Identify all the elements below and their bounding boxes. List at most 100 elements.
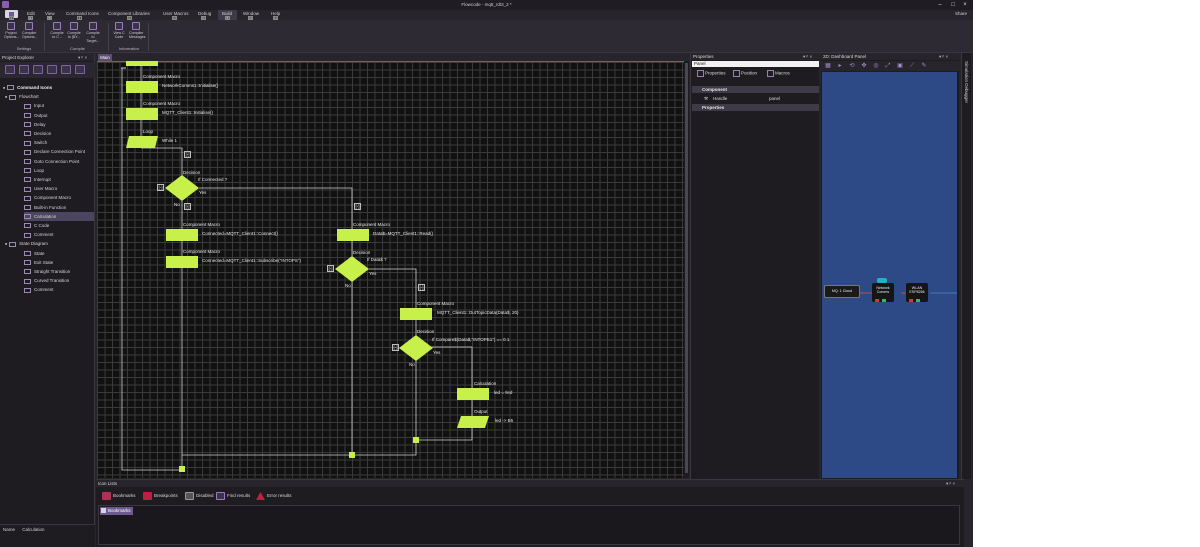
command-icon [24, 214, 31, 220]
simulation-debugger-tab[interactable]: Simulation Debugger [961, 53, 971, 479]
globals-view-icon[interactable] [33, 65, 43, 74]
menu-command-icons[interactable]: Command Icons [66, 11, 99, 16]
tree-item[interactable]: Loop [24, 166, 94, 175]
compiler-options-icon [25, 22, 33, 30]
flowcode-window: Flowcode - mqtt_rdt3_2 * – □ × F Edit E … [0, 0, 973, 547]
decision-no-label: No [174, 202, 180, 207]
tree-item[interactable]: Component Macro [24, 193, 94, 202]
tab-bookmarks[interactable]: Bookmarks [102, 492, 136, 500]
minimize-button[interactable]: – [935, 1, 945, 9]
rotate-icon[interactable]: ⟲ [849, 63, 855, 69]
compile-to-target-button[interactable]: Compile to Target... [86, 22, 100, 43]
tree-item[interactable]: Goto Connection Point [24, 157, 94, 166]
tree-item[interactable]: C Code [24, 221, 94, 230]
compile-to-c-button[interactable]: Compile to C... [50, 22, 64, 39]
tab-position[interactable]: Position [733, 70, 757, 77]
tree-item[interactable]: Output [24, 111, 94, 120]
tree-item-label: State [34, 250, 45, 256]
close-button[interactable]: × [960, 1, 970, 9]
tab-main[interactable]: Main [98, 54, 112, 61]
zoom-fit-icon[interactable]: ⤢ [885, 63, 891, 69]
command-icons-view-icon[interactable] [75, 65, 85, 74]
compiler-messages-button[interactable]: Compiler Messages [129, 22, 145, 39]
tree-item-label: Delay [34, 121, 46, 127]
tab-error-results[interactable]: Error results [256, 492, 292, 500]
ribbon-group-information: Information [118, 46, 139, 51]
collapse-button[interactable]: [-] [157, 184, 164, 191]
maximize-button[interactable]: □ [948, 1, 958, 9]
section-properties[interactable]: Properties [692, 104, 819, 111]
view-c-code-label: View C Code [113, 31, 125, 39]
share-button[interactable]: Share [955, 11, 967, 16]
compile-to-hex-button[interactable]: Compile to [BY... [67, 22, 81, 39]
dashboard-panel: 2D: Dashboard Panel ▾ ᵖ × ▦ ▸ ⟲ ✥ ◎ ⤢ ▣ … [821, 53, 959, 479]
expander-icon[interactable]: ■ [3, 86, 5, 90]
panel-controls[interactable]: ▾ ᵖ × [78, 54, 87, 61]
mqtt-cloud-component[interactable]: MQ: 1 Cloud [824, 285, 860, 298]
tree-item[interactable]: Curved Transition [24, 276, 94, 285]
tree-item[interactable]: Comment [24, 230, 94, 239]
macros-view-icon[interactable] [47, 65, 57, 74]
tree-item[interactable]: Straight Transition [24, 267, 94, 276]
find-icon [216, 492, 225, 500]
collapse-button[interactable]: [-] [184, 203, 191, 210]
ribbon-group-compile: Compile [70, 46, 85, 51]
tab-disabled[interactable]: Disabled [185, 492, 214, 500]
ports-view-icon[interactable] [19, 65, 29, 74]
tree-item[interactable]: Switch [24, 138, 94, 147]
tab-macros[interactable]: Macros [767, 70, 790, 77]
collapse-button[interactable]: [-] [184, 151, 191, 158]
collapse-button[interactable]: [-] [418, 284, 425, 291]
grid-icon[interactable]: ▦ [825, 63, 831, 69]
view-c-code-button[interactable]: View C Code [112, 22, 126, 39]
tree-item[interactable]: ■ Flowchart [5, 92, 94, 101]
decision-yes-label: Yes [369, 271, 377, 276]
tree-item-label: C Code [34, 223, 50, 228]
tree-item[interactable]: Decision [24, 129, 94, 138]
tree-item[interactable]: ■ State Diagram [5, 239, 94, 248]
tab-breakpoints[interactable]: Breakpoints [143, 492, 178, 500]
decision-block [165, 175, 199, 201]
property-row[interactable]: ⚒ Handle panel [692, 95, 819, 102]
project-options-button[interactable]: Project Options... [4, 22, 19, 39]
tree-item[interactable]: Exit State [24, 258, 94, 267]
collapse-button[interactable]: [-] [392, 344, 399, 351]
expander-icon[interactable]: ■ [5, 95, 7, 99]
section-component[interactable]: Component [692, 86, 819, 93]
panel-controls[interactable]: ▾ ᵖ × [946, 480, 955, 487]
tree-item[interactable]: Calculation [24, 211, 94, 221]
properties-search-input[interactable]: Panel [692, 61, 819, 67]
tab-find-results[interactable]: Find results [216, 492, 250, 500]
scrollbar-thumb[interactable] [685, 63, 688, 473]
panel-controls[interactable]: ▾ ᵖ × [939, 53, 948, 60]
bookmarks-chip[interactable]: Bookmarks [100, 507, 133, 515]
orbit-icon[interactable]: ◎ [873, 63, 879, 69]
zoom-area-icon[interactable]: ▣ [897, 63, 903, 69]
components-view-icon[interactable] [61, 65, 71, 74]
compiler-options-button[interactable]: Compiler Options... [22, 22, 37, 39]
tree-item[interactable]: Delay [24, 120, 94, 129]
canvas-vertical-scrollbar[interactable] [684, 61, 689, 478]
compile-to-hex-icon [70, 22, 78, 30]
grid-view-icon[interactable] [5, 65, 15, 74]
expander-icon[interactable]: ■ [5, 242, 7, 246]
pan-icon[interactable]: ✥ [861, 63, 867, 69]
panel-controls[interactable]: ▾ ᵖ × [803, 53, 812, 60]
tree-item[interactable]: Input [24, 101, 94, 110]
tree-item[interactable]: Interrupt [24, 175, 94, 184]
command-icon [24, 112, 31, 118]
tree-item[interactable]: Comment [24, 285, 94, 294]
tree-item[interactable]: ■ Command Icons [3, 83, 94, 92]
pen-icon[interactable]: ✎ [921, 63, 927, 69]
tree-item[interactable]: Built-in Function [24, 203, 94, 212]
tree-item[interactable]: State [24, 249, 94, 258]
collapse-button[interactable]: [-] [354, 203, 361, 210]
collapse-button[interactable]: [-] [327, 265, 334, 272]
node-title: Component Macro [143, 74, 181, 79]
draw-icon[interactable]: ⟋ [909, 63, 915, 69]
tree-item[interactable]: User Macro [24, 184, 94, 193]
tree-item[interactable]: Declare Connection Point [24, 147, 94, 156]
pointer-icon[interactable]: ▸ [837, 63, 843, 69]
dashboard-canvas[interactable]: MQ: 1 Cloud Network Comms WLAN ESP8266 [822, 72, 957, 478]
tab-properties[interactable]: Properties [697, 70, 726, 77]
